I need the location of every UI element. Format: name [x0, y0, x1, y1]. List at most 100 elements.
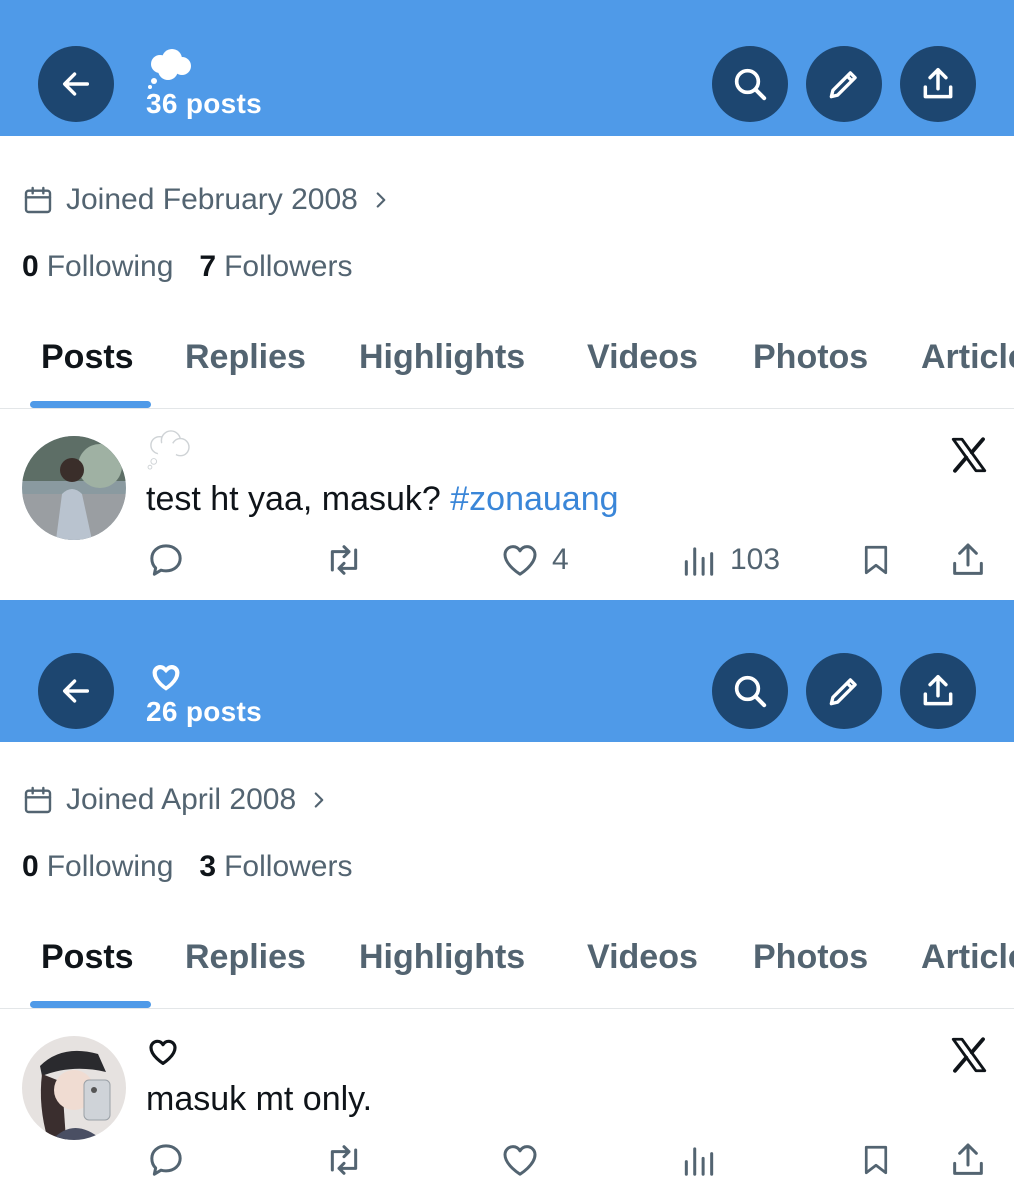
followers-label: Followers: [224, 250, 353, 283]
edit-button[interactable]: [806, 46, 882, 122]
tab-articles[interactable]: Articles: [921, 338, 1014, 377]
white-heart-emoji-icon: [152, 664, 180, 691]
x-logo-icon[interactable]: [948, 1034, 990, 1076]
followers-count: 7: [199, 250, 217, 283]
view-count: 103: [730, 543, 781, 576]
edit-button[interactable]: [806, 653, 882, 729]
post-share-button[interactable]: [948, 1140, 988, 1180]
reply-button[interactable]: [146, 1140, 186, 1180]
share-icon: [923, 675, 953, 706]
bookmark-button[interactable]: [858, 1140, 894, 1180]
active-tab-indicator: [30, 401, 151, 408]
share-icon: [923, 68, 953, 99]
avatar-photo: [22, 436, 126, 540]
tab-posts[interactable]: Posts: [41, 338, 134, 377]
tab-photos[interactable]: Photos: [753, 338, 868, 377]
tab-replies[interactable]: Replies: [185, 938, 306, 977]
views-icon: [684, 1147, 714, 1176]
post-body: test ht yaa, masuk?: [146, 480, 441, 518]
cloud-emoji-icon: [147, 430, 190, 470]
profile-panel-2: 26 posts Joined April 2008 0 Following 3F…: [0, 600, 1014, 1200]
avatar[interactable]: [22, 1036, 126, 1140]
followers-label: Followers: [224, 850, 353, 883]
views-button[interactable]: 103: [680, 540, 780, 580]
back-arrow-icon: [62, 72, 90, 96]
followers-link[interactable]: 3 Followers: [199, 850, 352, 884]
heart-icon: [503, 1145, 537, 1176]
search-icon: [734, 675, 767, 708]
search-button[interactable]: [712, 46, 788, 122]
tab-videos[interactable]: Videos: [587, 338, 698, 377]
black-heart-emoji-icon: [149, 1039, 177, 1065]
post-item[interactable]: test ht yaa, masuk? #zonauang 4 103: [0, 420, 1014, 600]
share-icon: [953, 1143, 983, 1175]
post-body: masuk mt only.: [146, 1080, 373, 1118]
profile-header: 26 posts: [0, 600, 1014, 742]
post-text: test ht yaa, masuk? #zonauang: [146, 480, 619, 519]
x-logo-icon[interactable]: [948, 434, 990, 476]
cloud-emoji-icon: [148, 49, 191, 89]
tab-videos[interactable]: Videos: [587, 938, 698, 977]
hashtag-link[interactable]: #zonauang: [450, 480, 618, 518]
tab-articles[interactable]: Articles: [921, 938, 1014, 977]
avatar[interactable]: [22, 436, 126, 540]
following-label: Following: [46, 250, 174, 283]
tab-highlights[interactable]: Highlights: [359, 338, 525, 377]
avatar-photo: [22, 1036, 126, 1140]
views-icon: [684, 547, 714, 576]
post-share-button[interactable]: [948, 540, 988, 580]
followers-count: 3: [199, 850, 217, 883]
tab-highlights[interactable]: Highlights: [359, 938, 525, 977]
profile-tabs: Posts Replies Highlights Videos Photos A…: [0, 326, 1014, 409]
post-item[interactable]: masuk mt only.: [0, 1020, 1014, 1200]
posts-count: 36 posts: [146, 88, 262, 119]
post-text: masuk mt only.: [146, 1080, 372, 1119]
repost-icon: [330, 545, 358, 575]
joined-text: Joined April 2008: [66, 783, 297, 816]
back-button[interactable]: [38, 46, 114, 122]
following-count: 0: [22, 250, 39, 283]
repost-button[interactable]: [322, 1140, 366, 1180]
follow-stats: 0 Following 7 Followers: [22, 250, 352, 284]
posts-count: 26 posts: [146, 696, 262, 727]
follow-stats: 0 Following 3 Followers: [22, 850, 352, 884]
following-link[interactable]: 0 Following: [22, 850, 173, 884]
active-tab-indicator: [30, 1001, 151, 1008]
repost-button[interactable]: [322, 540, 366, 580]
bookmark-icon: [864, 1145, 888, 1175]
tab-replies[interactable]: Replies: [185, 338, 306, 377]
search-button[interactable]: [712, 653, 788, 729]
bookmark-icon: [864, 545, 888, 575]
share-icon: [953, 543, 983, 575]
chevron-right-icon: [314, 792, 324, 808]
followers-link[interactable]: 7 Followers: [199, 250, 352, 284]
heart-icon: [503, 545, 537, 576]
post-actions: 4 103: [0, 540, 1014, 586]
reply-icon: [150, 1144, 182, 1176]
like-button[interactable]: 4: [500, 540, 569, 580]
share-button[interactable]: [900, 653, 976, 729]
following-label: Following: [46, 850, 174, 883]
calendar-icon: [24, 186, 52, 214]
search-icon: [734, 68, 767, 101]
reply-icon: [150, 544, 182, 576]
pencil-icon: [829, 71, 857, 99]
like-count: 4: [552, 543, 569, 576]
pencil-icon: [829, 678, 857, 706]
tab-photos[interactable]: Photos: [753, 938, 868, 977]
tab-posts[interactable]: Posts: [41, 938, 134, 977]
joined-date[interactable]: Joined April 2008: [22, 783, 330, 817]
calendar-icon: [24, 786, 52, 814]
profile-panel-1: 36 posts Joined February 2008 0 Following…: [0, 0, 1014, 600]
joined-date[interactable]: Joined February 2008: [22, 183, 392, 217]
reply-button[interactable]: [146, 540, 186, 580]
like-button[interactable]: [500, 1140, 552, 1180]
joined-text: Joined February 2008: [66, 183, 358, 216]
share-button[interactable]: [900, 46, 976, 122]
profile-header: 36 posts: [0, 0, 1014, 136]
bookmark-button[interactable]: [858, 540, 894, 580]
views-button[interactable]: [680, 1140, 730, 1180]
back-button[interactable]: [38, 653, 114, 729]
back-arrow-icon: [62, 679, 90, 703]
following-link[interactable]: 0 Following: [22, 250, 173, 284]
